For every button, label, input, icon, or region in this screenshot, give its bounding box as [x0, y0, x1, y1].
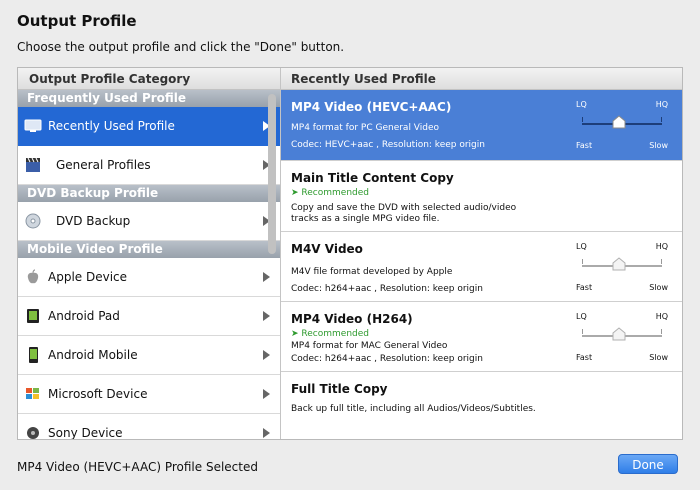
profile-main-title-copy[interactable]: Main Title Content Copy ➤ Recommended Co… — [281, 161, 682, 232]
category-android-mobile[interactable]: Android Mobile — [18, 336, 280, 375]
hq-label: HQ — [655, 242, 668, 251]
profile-panel: Output Profile Category Frequently Used … — [17, 67, 683, 440]
category-apple-device[interactable]: Apple Device — [18, 258, 280, 297]
category-dvd-backup[interactable]: DVD Backup — [18, 202, 280, 241]
slider-tick — [661, 117, 662, 122]
category-label: Microsoft Device — [48, 387, 148, 401]
apple-icon — [24, 269, 42, 285]
category-header: Output Profile Category — [18, 68, 280, 90]
category-scrollbar[interactable] — [268, 94, 276, 254]
slider-thumb[interactable] — [612, 115, 626, 129]
android-pad-icon — [24, 308, 42, 324]
hq-label: HQ — [655, 100, 668, 109]
instruction-text: Choose the output profile and click the … — [17, 40, 345, 54]
slider-thumb[interactable] — [612, 257, 626, 271]
profile-name: Full Title Copy — [291, 382, 388, 396]
category-label: DVD Backup — [56, 214, 131, 228]
category-label: Sony Device — [48, 426, 123, 439]
category-android-pad[interactable]: Android Pad — [18, 297, 280, 336]
profile-mp4-hevc[interactable]: MP4 Video (HEVC+AAC) MP4 format for PC G… — [281, 90, 682, 161]
disc-icon — [24, 213, 42, 229]
windows-icon — [24, 386, 42, 402]
profile-full-title-copy[interactable]: Full Title Copy Back up full title, incl… — [281, 372, 682, 438]
fast-label: Fast — [576, 353, 593, 362]
category-recently-used[interactable]: Recently Used Profile — [18, 107, 280, 146]
chevron-right-icon — [263, 428, 270, 438]
profile-name: Main Title Content Copy — [291, 171, 454, 185]
chevron-right-icon — [263, 389, 270, 399]
category-list: Output Profile Category Frequently Used … — [18, 68, 281, 439]
lq-label: LQ — [576, 312, 587, 321]
profile-description: Copy and save the DVD with selected audi… — [291, 203, 517, 224]
category-label: Apple Device — [48, 270, 128, 284]
slow-label: Slow — [649, 353, 668, 362]
lq-label: LQ — [576, 100, 587, 109]
slow-label: Slow — [649, 141, 668, 150]
slider-tick — [661, 329, 662, 334]
quality-slider[interactable]: LQ HQ Fast Slow — [576, 100, 668, 150]
category-general-profiles[interactable]: General Profiles — [18, 146, 280, 185]
android-phone-icon — [24, 347, 42, 363]
quality-slider[interactable]: LQ HQ Fast Slow — [576, 312, 668, 362]
slider-tick — [582, 259, 583, 264]
profile-header: Recently Used Profile — [281, 68, 682, 90]
slow-label: Slow — [649, 283, 668, 292]
lq-label: LQ — [576, 242, 587, 251]
film-icon — [24, 157, 42, 173]
done-button[interactable]: Done — [618, 454, 678, 474]
monitor-icon — [24, 118, 42, 134]
category-sony-device[interactable]: Sony Device — [18, 414, 280, 439]
group-mobile-video: Mobile Video Profile — [18, 241, 280, 258]
hq-label: HQ — [655, 312, 668, 321]
profile-description: Back up full title, including all Audios… — [291, 404, 536, 414]
profile-m4v[interactable]: M4V Video M4V file format developed by A… — [281, 232, 682, 302]
fast-label: Fast — [576, 141, 593, 150]
category-label: General Profiles — [56, 158, 151, 172]
chevron-right-icon — [263, 311, 270, 321]
category-microsoft-device[interactable]: Microsoft Device — [18, 375, 280, 414]
recommended-badge: ➤ Recommended — [291, 188, 369, 198]
category-label: Android Pad — [48, 309, 120, 323]
slider-tick — [582, 329, 583, 334]
status-text: MP4 Video (HEVC+AAC) Profile Selected — [17, 460, 258, 474]
chevron-right-icon — [263, 350, 270, 360]
window-title: Output Profile — [17, 12, 137, 30]
fast-label: Fast — [576, 283, 593, 292]
profile-mp4-h264[interactable]: MP4 Video (H264) ➤ Recommended MP4 forma… — [281, 302, 682, 372]
group-frequently-used: Frequently Used Profile — [18, 90, 280, 107]
slider-thumb[interactable] — [612, 327, 626, 341]
group-dvd-backup: DVD Backup Profile — [18, 185, 280, 202]
slider-tick — [582, 117, 583, 122]
quality-slider[interactable]: LQ HQ Fast Slow — [576, 242, 668, 292]
chevron-right-icon — [263, 272, 270, 282]
slider-tick — [661, 259, 662, 264]
category-label: Recently Used Profile — [48, 119, 175, 133]
profile-list: Recently Used Profile MP4 Video (HEVC+AA… — [281, 68, 682, 439]
sony-icon — [24, 425, 42, 439]
category-label: Android Mobile — [48, 348, 138, 362]
